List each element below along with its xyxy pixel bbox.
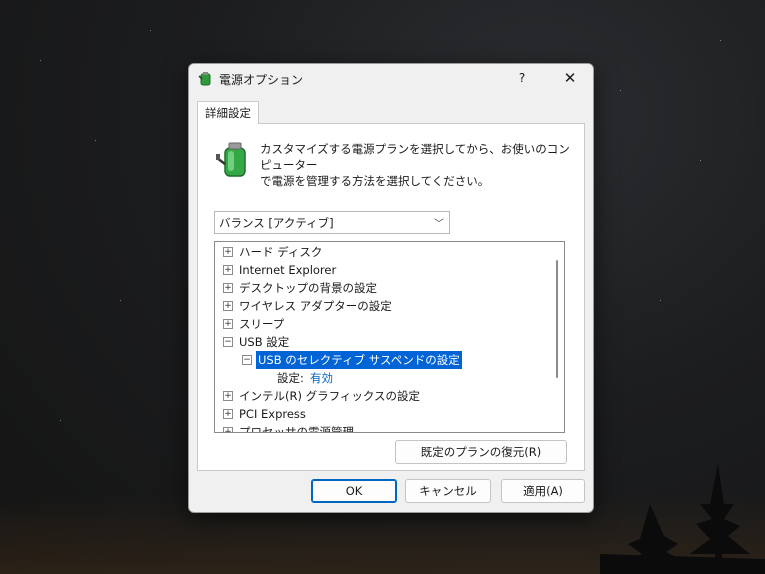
window-title: 電源オプション (219, 73, 304, 87)
close-button[interactable]: ✕ (557, 68, 583, 88)
apply-button[interactable]: 適用(A) (501, 479, 585, 503)
tree-item-label: プロセッサの電源管理 (239, 425, 354, 433)
tree-silhouette (600, 464, 765, 574)
description-text: カスタマイズする電源プランを選択してから、お使いのコンピューター で電源を管理す… (260, 142, 570, 188)
battery-plug-icon (198, 72, 211, 86)
tree-item-label: ワイヤレス アダプターの設定 (239, 299, 392, 313)
expand-icon[interactable]: + (223, 409, 233, 419)
tree-item-label: PCI Express (239, 407, 306, 421)
setting-label: 設定: (277, 371, 304, 385)
collapse-icon[interactable]: − (223, 337, 233, 347)
restore-default-plan-button[interactable]: 既定のプランの復元(R) (395, 440, 567, 464)
expand-icon[interactable]: + (223, 391, 233, 401)
expand-icon[interactable]: + (223, 283, 233, 293)
title-bar[interactable]: 電源オプション ? ✕ (189, 64, 593, 92)
expand-icon[interactable]: + (223, 427, 233, 432)
tree-item-label: Internet Explorer (239, 263, 337, 277)
tree-item-label: USB のセレクティブ サスペンドの設定 (256, 351, 462, 369)
expand-icon[interactable]: + (223, 265, 233, 275)
setting-value-link[interactable]: 有効 (310, 369, 333, 387)
power-plan-value: バランス [アクティブ] (219, 216, 334, 230)
battery-plug-icon (216, 142, 246, 177)
advanced-settings-panel: カスタマイズする電源プランを選択してから、お使いのコンピューター で電源を管理す… (197, 123, 585, 471)
expand-icon[interactable]: + (223, 247, 233, 257)
tab-advanced-settings[interactable]: 詳細設定 (197, 101, 259, 124)
ok-button[interactable]: OK (311, 479, 397, 503)
tree-item-label: ハード ディスク (239, 245, 323, 259)
expand-icon[interactable]: + (223, 301, 233, 311)
vertical-scrollbar[interactable] (550, 242, 564, 432)
scrollbar-thumb[interactable] (556, 260, 558, 378)
tree-item-label: USB 設定 (239, 335, 290, 349)
cancel-button[interactable]: キャンセル (405, 479, 491, 503)
settings-tree[interactable]: + ハード ディスク + Internet Explorer + デスクトップの… (214, 241, 565, 433)
collapse-icon[interactable]: − (242, 355, 252, 365)
power-plan-select[interactable]: バランス [アクティブ] ﹀ (214, 211, 450, 234)
power-options-dialog: 電源オプション ? ✕ 詳細設定 カスタマイズする電源プランを選択してから、お使… (188, 63, 594, 513)
expand-icon[interactable]: + (223, 319, 233, 329)
chevron-down-icon: ﹀ (434, 219, 444, 230)
tree-item-label: スリープ (239, 317, 285, 331)
tree-item-label: デスクトップの背景の設定 (239, 281, 377, 295)
help-button[interactable]: ? (509, 68, 535, 88)
tree-item-label: インテル(R) グラフィックスの設定 (239, 389, 421, 403)
